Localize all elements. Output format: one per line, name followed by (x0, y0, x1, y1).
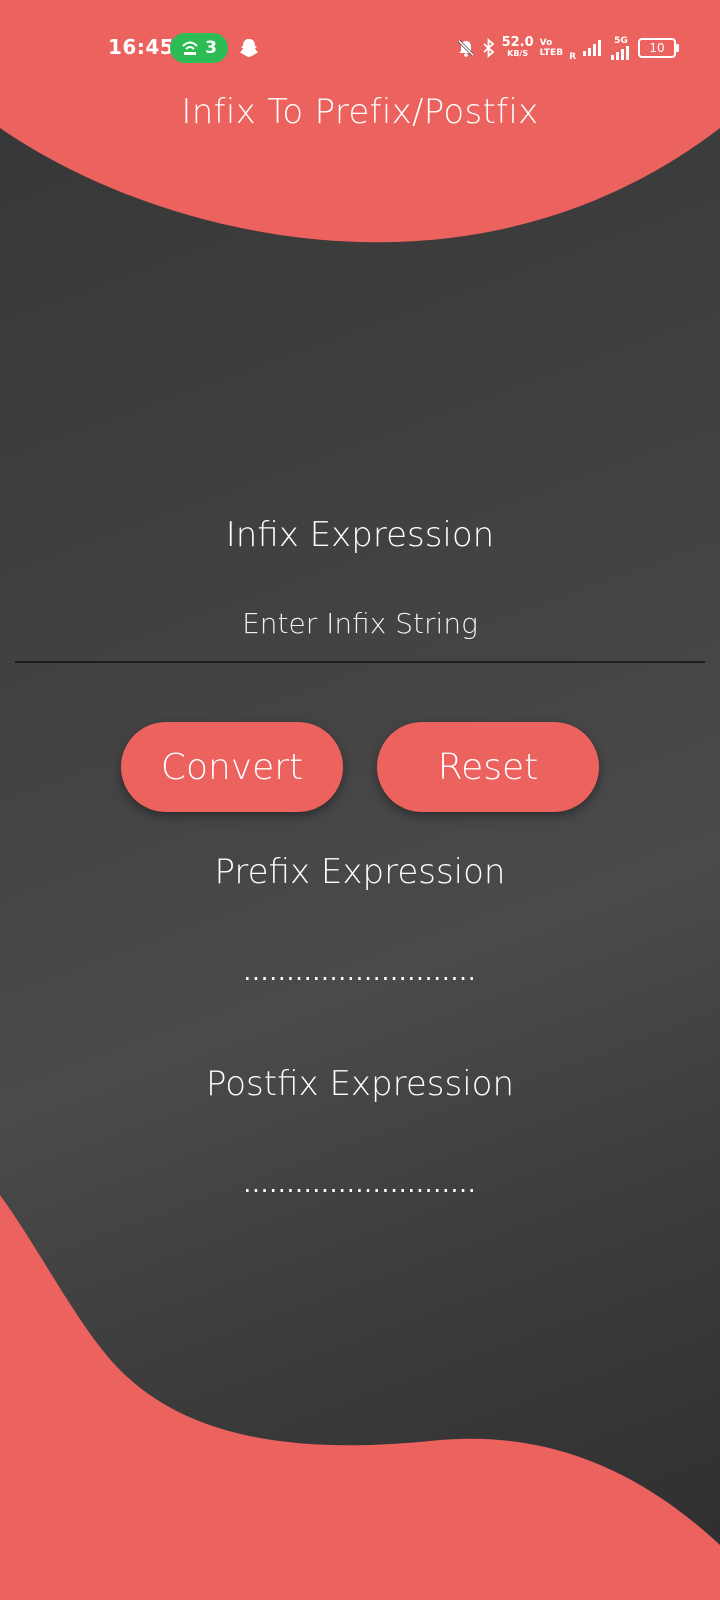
reset-button[interactable]: Reset (377, 722, 599, 812)
bottom-wave (0, 1195, 720, 1600)
hotspot-icon (182, 41, 198, 55)
infix-input-wrapper (15, 585, 705, 665)
background-waves (0, 0, 720, 1600)
convert-button[interactable]: Convert (121, 722, 343, 812)
clock: 16:45 (108, 35, 175, 59)
network-speed: 52.0 KB/S (501, 35, 534, 59)
roaming-indicator: R (569, 52, 576, 62)
infix-label: Infix Expression (225, 515, 495, 555)
volte-bottom: LTEB (539, 48, 564, 58)
prefix-result: ........................... (243, 958, 477, 986)
signal-icon-1 (583, 40, 601, 56)
prefix-label: Prefix Expression (214, 852, 506, 892)
hotspot-badge: 3 (170, 33, 228, 63)
infix-input[interactable] (15, 585, 705, 663)
app-screen: 16:45 3 52.0 KB/S Vo LTEB R 5G 10 Infix … (0, 0, 720, 1600)
hotspot-count: 3 (205, 38, 217, 58)
app-title: Infix To Prefix/Postfix (181, 92, 539, 132)
signal-icon-2 (611, 45, 629, 60)
network-type: 5G (614, 35, 628, 46)
status-bar: 16:45 3 52.0 KB/S Vo LTEB R 5G 10 (0, 0, 720, 96)
postfix-result: ........................... (243, 1170, 477, 1198)
network-speed-unit: KB/S (507, 49, 529, 58)
postfix-label: Postfix Expression (205, 1064, 515, 1104)
bluetooth-icon (482, 38, 494, 58)
battery-level: 10 (649, 41, 665, 55)
bell-muted-icon (457, 39, 474, 57)
battery-icon: 10 (638, 38, 679, 58)
volte-indicator: Vo LTEB (540, 38, 563, 58)
volte-top: Vo (539, 38, 553, 48)
network-speed-value: 52.0 (501, 35, 534, 50)
snapchat-icon (240, 39, 258, 57)
signal-group-2: 5G (610, 35, 632, 60)
status-icons: 52.0 KB/S Vo LTEB R 5G 10 (456, 34, 679, 62)
